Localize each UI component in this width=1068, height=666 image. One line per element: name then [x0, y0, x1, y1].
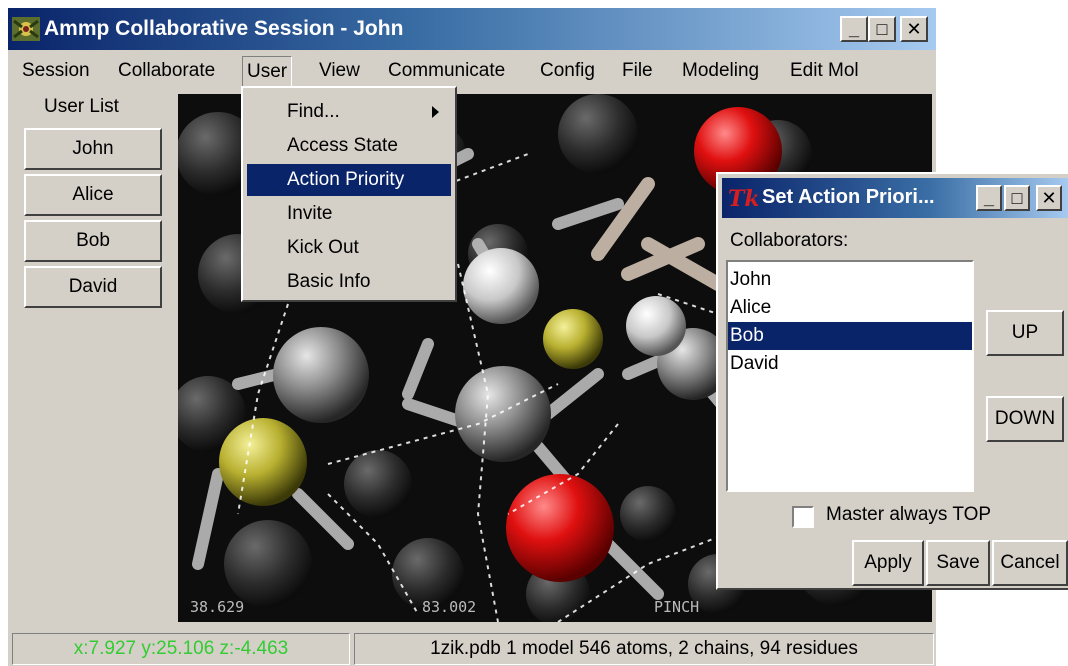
- dialog-title: Set Action Priori...: [762, 186, 935, 208]
- menu-collaborate[interactable]: Collaborate: [114, 56, 219, 86]
- status-model-info: 1zik.pdb 1 model 546 atoms, 2 chains, 94…: [354, 633, 934, 665]
- tk-feather-icon: Tk: [728, 186, 758, 210]
- minimize-icon: _: [848, 19, 859, 39]
- window-title: Ammp Collaborative Session - John: [44, 17, 404, 40]
- menu-file[interactable]: File: [618, 56, 657, 86]
- viewport-coord-mid: 83.002: [422, 598, 477, 616]
- menu-session[interactable]: Session: [18, 56, 94, 86]
- set-action-priority-dialog: Tk Set Action Priori... _ □ ✕ Collaborat…: [716, 172, 1068, 590]
- menu-item-access-state[interactable]: Access State: [247, 130, 451, 162]
- maximize-icon: □: [876, 19, 888, 39]
- maximize-icon: □: [1011, 188, 1023, 208]
- viewport-coord-right: PINCH: [654, 598, 700, 616]
- close-icon: ✕: [1041, 188, 1057, 208]
- close-button[interactable]: ✕: [900, 16, 928, 42]
- menu-item-find-label: Find...: [287, 101, 340, 122]
- user-button-bob[interactable]: Bob: [24, 220, 162, 262]
- viewport-coord-left: 38.629: [190, 598, 245, 616]
- master-always-top-checkbox[interactable]: [792, 506, 814, 528]
- maximize-button[interactable]: □: [868, 16, 896, 42]
- user-button-john[interactable]: John: [24, 128, 162, 170]
- user-button-alice[interactable]: Alice: [24, 174, 162, 216]
- menu-communicate[interactable]: Communicate: [384, 56, 509, 86]
- master-always-top-label: Master always TOP: [826, 504, 992, 525]
- dialog-close-button[interactable]: ✕: [1036, 185, 1062, 211]
- menu-item-basic-info[interactable]: Basic Info: [247, 266, 451, 298]
- menu-view[interactable]: View: [315, 56, 364, 86]
- list-item[interactable]: David: [728, 350, 972, 378]
- dialog-maximize-button[interactable]: □: [1004, 185, 1030, 211]
- down-button[interactable]: DOWN: [986, 396, 1064, 442]
- list-item[interactable]: Alice: [728, 294, 972, 322]
- collaborators-listbox[interactable]: John Alice Bob David: [726, 260, 974, 492]
- minimize-button[interactable]: _: [840, 16, 868, 42]
- ammp-app-icon: [12, 17, 40, 41]
- menu-item-find[interactable]: Find...: [247, 96, 451, 128]
- menu-user[interactable]: User: [242, 56, 293, 88]
- main-titlebar[interactable]: Ammp Collaborative Session - John _ □ ✕: [8, 8, 936, 50]
- user-button-david[interactable]: David: [24, 266, 162, 308]
- status-bar: x:7.927 y:25.106 z:-4.463 1zik.pdb 1 mod…: [8, 630, 936, 666]
- dialog-titlebar[interactable]: Tk Set Action Priori... _ □ ✕: [722, 178, 1068, 218]
- list-item-selected[interactable]: Bob: [728, 322, 972, 350]
- menu-item-kick-out[interactable]: Kick Out: [247, 232, 451, 264]
- minimize-icon: _: [983, 188, 994, 208]
- collaborators-label: Collaborators:: [730, 230, 849, 251]
- svg-text:Tk: Tk: [728, 186, 758, 210]
- menu-edit-mol[interactable]: Edit Mol: [786, 56, 863, 86]
- dialog-minimize-button[interactable]: _: [976, 185, 1002, 211]
- menu-item-invite[interactable]: Invite: [247, 198, 451, 230]
- up-button[interactable]: UP: [986, 310, 1064, 356]
- apply-button[interactable]: Apply: [852, 540, 924, 586]
- menu-item-action-priority[interactable]: Action Priority: [247, 164, 451, 196]
- menu-config[interactable]: Config: [536, 56, 599, 86]
- submenu-arrow-icon: [432, 106, 439, 118]
- cancel-button[interactable]: Cancel: [992, 540, 1068, 586]
- list-item[interactable]: John: [728, 266, 972, 294]
- user-dropdown-menu: Find... Access State Action Priority Inv…: [241, 86, 457, 302]
- status-coordinates: x:7.927 y:25.106 z:-4.463: [12, 633, 350, 665]
- close-icon: ✕: [906, 19, 922, 39]
- menu-modeling[interactable]: Modeling: [678, 56, 763, 86]
- save-button[interactable]: Save: [926, 540, 990, 586]
- menubar: Session Collaborate User View Communicat…: [8, 52, 936, 88]
- user-list-label: User List: [44, 96, 119, 117]
